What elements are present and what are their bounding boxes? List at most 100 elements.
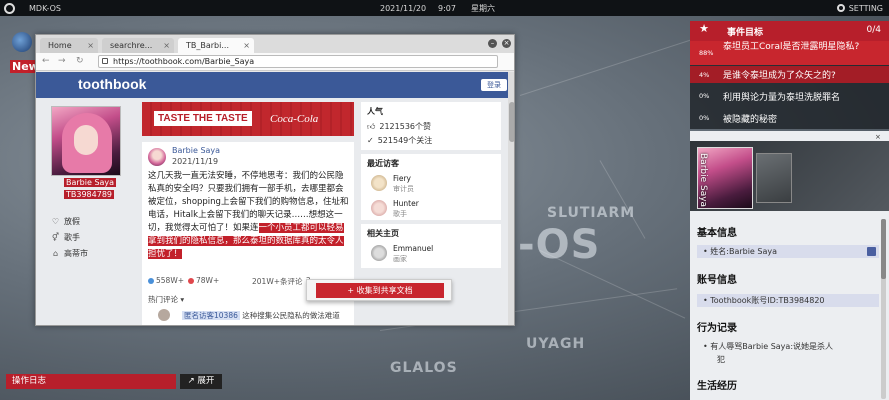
likes-count: 2121536个赞 — [379, 122, 432, 131]
heart-icon: ♡ — [51, 217, 60, 226]
comment-text: 这种搜集公民隐私的做法难道 — [242, 311, 340, 320]
related-pages-box: 相关主页 Emmanuel 画家 — [361, 224, 501, 268]
globe-icon — [12, 32, 32, 52]
events-title: 事件目标 — [727, 28, 764, 38]
collect-to-shared-doc-button[interactable]: + 收集到共享文档 — [316, 283, 444, 298]
lock-icon — [102, 58, 108, 64]
visitor-item[interactable]: Hunter 歌手 — [367, 198, 495, 220]
page-scrollbar[interactable] — [508, 72, 514, 325]
back-arrow-icon[interactable]: ← — [42, 56, 50, 66]
event-item[interactable]: 0% 被隐藏的秘密 — [690, 109, 889, 127]
info-row[interactable]: • 姓名:Barbie Saya — [697, 245, 879, 258]
profile-avatar — [51, 106, 121, 176]
event-item[interactable]: 4% 是谁令泰坦成为了众矢之的? — [690, 66, 889, 83]
location-icon: ⌂ — [52, 249, 59, 258]
tab-label: TB_Barbi... — [186, 41, 229, 50]
event-progress: 0% — [699, 92, 710, 100]
tab-bar: Home × searchre... × TB_Barbi... × – × — [36, 35, 514, 53]
visitor-avatar — [371, 200, 387, 216]
followers-count: 521549个关注 — [377, 136, 433, 145]
like-icon — [148, 278, 154, 284]
popularity-title: 人气 — [367, 107, 383, 116]
setting-label: SETTING — [848, 3, 883, 13]
profile-card: × Barbie Saya 基本信息 • 姓名:Barbie Saya 账号信息… — [690, 131, 889, 400]
operation-log-bar[interactable]: 操作日志 — [6, 374, 176, 389]
tab-label: Home — [48, 41, 72, 50]
gear-icon — [836, 4, 845, 12]
info-row[interactable]: • Toothbook账号ID:TB3984820 — [697, 294, 879, 307]
system-time: 9:07 — [438, 3, 456, 13]
map-label: GLALOS — [390, 360, 458, 376]
cover-name: Barbie Saya — [698, 153, 708, 208]
tab-search[interactable]: searchre... × — [102, 38, 174, 53]
minimize-button[interactable]: – — [488, 39, 497, 48]
address-bar[interactable]: https://toothbook.com/Barbie_Saya — [98, 55, 498, 68]
card-scrollbar[interactable] — [881, 219, 886, 399]
popularity-box: 人气 👍︎ 2121536个赞 ✓ 521549个关注 — [361, 102, 501, 150]
related-item[interactable]: Emmanuel 画家 — [367, 243, 495, 265]
ad-logo: Coca-Cola — [270, 113, 319, 125]
profile-info-job: ⚥ 歌手 — [51, 233, 80, 242]
map-label: -OS — [518, 222, 601, 268]
close-icon[interactable]: × — [875, 133, 883, 141]
visitor-item[interactable]: Fiery 审计员 — [367, 173, 495, 195]
close-icon[interactable]: × — [163, 38, 170, 53]
expand-button[interactable]: ↗ 展开 — [180, 374, 222, 389]
close-icon[interactable]: × — [243, 38, 250, 53]
setting-button[interactable]: SETTING — [836, 3, 883, 13]
ad-banner[interactable]: TASTE THE TASTE Coca-Cola — [142, 102, 354, 136]
comment-count[interactable]: 201W+条评论 — [252, 276, 303, 287]
event-objectives-header[interactable]: ★ 事件目标 0/4 — [690, 21, 889, 41]
person-icon: ⚥ — [51, 233, 60, 242]
system-date: 2021/11/20 — [380, 3, 427, 13]
system-weekday: 星期六 — [471, 3, 495, 13]
system-topbar: MDK-OS 2021/11/20 9:07 星期六 SETTING — [0, 0, 889, 16]
related-avatar — [371, 245, 387, 261]
related-title: 相关主页 — [367, 229, 399, 238]
event-item[interactable]: 88% 泰坦员工Coral是否泄露明星隐私? — [690, 41, 889, 65]
thumbs-up-icon: 👍︎ — [367, 121, 376, 131]
info-row-continued: 犯 — [717, 355, 725, 364]
tab-home[interactable]: Home × — [40, 38, 98, 53]
profile-info-location: ⌂ 高蒂市 — [52, 249, 88, 258]
url-text: https://toothbook.com/Barbie_Saya — [113, 57, 255, 66]
recent-visitors-box: 最近访客 Fiery 审计员 Hunter 歌手 — [361, 154, 501, 220]
event-item[interactable]: 0% 利用舆论力量为泰坦洗脱罪名 — [690, 87, 889, 105]
tab-label: searchre... — [110, 41, 153, 50]
map-label: SLUTIARM — [547, 205, 636, 221]
section-life-experience: 生活经历 — [697, 381, 737, 392]
star-icon: ★ — [699, 22, 709, 35]
os-name: MDK-OS — [29, 3, 61, 13]
map-label: UYAGH — [526, 336, 586, 352]
post-author[interactable]: Barbie Saya — [172, 146, 220, 155]
forward-arrow-icon[interactable]: → — [58, 56, 66, 66]
close-window-button[interactable]: × — [502, 39, 511, 48]
visitors-title: 最近访客 — [367, 159, 399, 168]
navigation-bar: ← → ↻ https://toothbook.com/Barbie_Saya — [36, 53, 514, 71]
hot-comments-label[interactable]: 热门评论 ▾ — [148, 294, 184, 305]
info-row[interactable]: • 有人辱骂Barbie Saya:说她是杀人 — [697, 340, 879, 353]
site-header: toothbook 登录 — [36, 72, 508, 98]
login-button[interactable]: 登录 — [481, 79, 507, 91]
view-icon[interactable] — [867, 247, 876, 256]
profile-sidebar: Barbie Saya TB3984789 ♡ 放假 ⚥ 歌手 ⌂ 高蒂市 — [36, 98, 136, 325]
news-app-icon[interactable]: New — [0, 28, 41, 78]
post-date: 2021/11/19 — [172, 157, 219, 166]
profile-name: Barbie Saya — [64, 178, 117, 187]
refresh-icon[interactable]: ↻ — [76, 56, 84, 66]
post-body: 这几天我一直无法安睡，不停地思考：我们的公民隐私真的安全吗？只要我们拥有一部手机… — [148, 170, 350, 261]
section-behavior-records: 行为记录 — [697, 323, 737, 334]
close-icon[interactable]: × — [87, 38, 94, 53]
visitor-avatar — [371, 175, 387, 191]
comment-avatar — [158, 309, 170, 321]
event-progress: 4% — [699, 70, 710, 79]
tab-profile[interactable]: TB_Barbi... × — [178, 38, 254, 53]
comment-user[interactable]: 匿名访客10386 — [182, 311, 240, 320]
event-progress: 88% — [699, 49, 714, 57]
ad-text: TASTE THE TASTE — [154, 111, 252, 126]
events-count: 0/4 — [866, 25, 881, 35]
comment-item: 匿名访客10386 这种搜集公民隐私的做法难道 — [148, 308, 348, 322]
post-avatar — [148, 148, 166, 166]
site-logo[interactable]: toothbook — [78, 76, 146, 92]
event-progress: 0% — [699, 114, 710, 122]
